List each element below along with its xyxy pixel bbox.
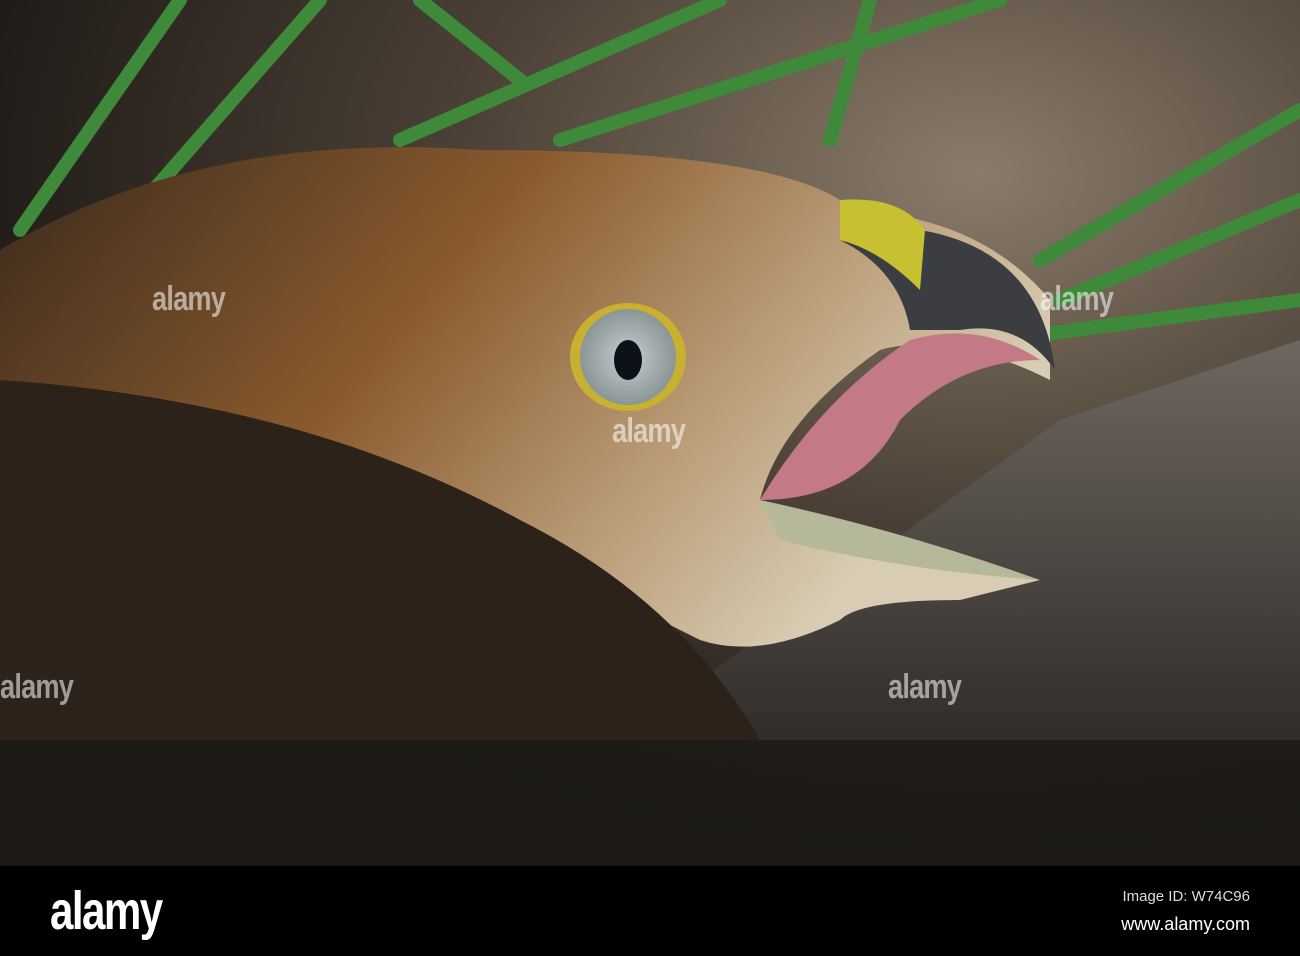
website-link[interactable]: www.alamy.com	[1121, 914, 1250, 935]
watermark: alamy	[0, 668, 74, 706]
watermark: alamy	[888, 668, 962, 706]
watermark: alamy	[1040, 280, 1114, 318]
stock-photo: alamy alamy alamy alamy alamy	[0, 0, 1300, 866]
watermark: alamy	[612, 412, 686, 450]
foreground-blur	[0, 740, 1300, 866]
footer-bar: alamy Image ID: W74C96 www.alamy.com	[0, 866, 1300, 956]
alamy-logo[interactable]: alamy	[50, 880, 163, 942]
pupil	[614, 340, 642, 380]
image-id: Image ID: W74C96	[1122, 888, 1250, 905]
watermark: alamy	[152, 280, 226, 318]
